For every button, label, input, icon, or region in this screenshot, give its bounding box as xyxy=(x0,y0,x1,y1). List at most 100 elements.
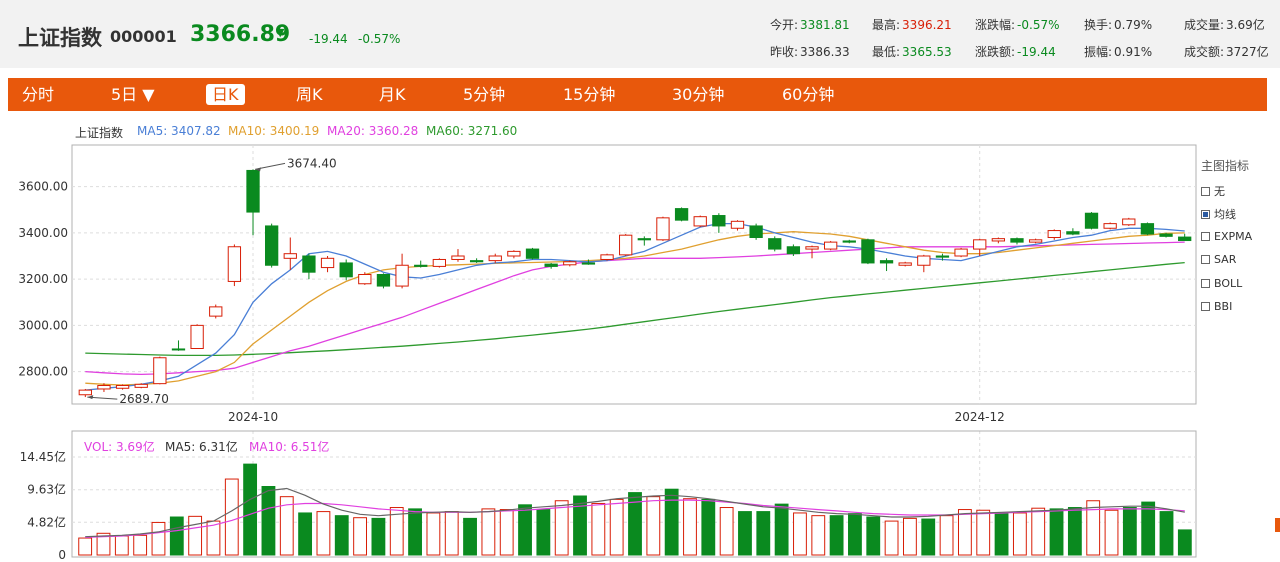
candle-down xyxy=(544,263,558,267)
volume-bar xyxy=(793,512,807,556)
candle-up xyxy=(1103,223,1117,229)
stat-prev-close: 昨收: 3386.33 xyxy=(770,45,850,59)
price-change: -19.44 xyxy=(309,32,348,46)
candle-down xyxy=(246,169,260,213)
ma-lines xyxy=(85,222,1185,391)
volume-frame xyxy=(71,430,1197,558)
indicator-option-boll[interactable]: BOLL xyxy=(1201,277,1242,290)
candle-up xyxy=(395,264,409,287)
candle-down xyxy=(1066,231,1080,235)
volume-bar xyxy=(866,516,881,556)
volume-bar xyxy=(518,504,532,556)
candle-up xyxy=(209,306,223,317)
volume-bar xyxy=(609,498,624,556)
ma5-line xyxy=(85,222,1185,391)
candle-down xyxy=(376,274,391,287)
candle-down xyxy=(935,255,950,258)
stat-chg-amt: 涨跌额: -19.44 xyxy=(975,45,1056,59)
candle-up xyxy=(115,385,130,389)
candle-down xyxy=(525,248,540,259)
volume-bar xyxy=(848,513,862,556)
volume-bar xyxy=(646,496,661,556)
tab-60min[interactable]: 60分钟 xyxy=(782,78,834,111)
volume-bar xyxy=(903,517,917,556)
volume-bar xyxy=(389,507,404,556)
checkbox-icon xyxy=(1201,279,1210,288)
candle-up xyxy=(730,220,745,229)
volume-bar xyxy=(957,509,972,556)
indicator-option-none[interactable]: 无 xyxy=(1201,183,1225,199)
candle-up xyxy=(507,250,521,257)
volume-bar xyxy=(683,498,697,556)
volume-bar xyxy=(1031,507,1046,556)
volume-bar xyxy=(1104,509,1119,556)
indicator-option-expma[interactable]: EXPMA xyxy=(1201,230,1252,243)
tab-30min[interactable]: 30分钟 xyxy=(672,78,724,111)
candle-up xyxy=(563,261,577,266)
tab-weekly-k[interactable]: 周K xyxy=(296,78,323,111)
ma20-line xyxy=(85,241,1185,376)
tab-daily-k[interactable]: 日K xyxy=(206,84,245,105)
volume-tick-label: 9.63亿 xyxy=(27,482,66,497)
index-code: 000001 xyxy=(110,27,177,46)
volume-bar xyxy=(1049,508,1064,556)
volume-tick-label: 14.45亿 xyxy=(20,449,66,464)
checkbox-checked-icon xyxy=(1201,210,1210,219)
volume-bar xyxy=(408,508,422,556)
scroll-handle[interactable] xyxy=(1275,518,1280,532)
tab-monthly-k[interactable]: 月K xyxy=(379,78,406,111)
candle-down xyxy=(265,225,279,266)
candle-up xyxy=(973,239,987,250)
volume-bar xyxy=(811,515,826,556)
tab-5min[interactable]: 5分钟 xyxy=(463,78,505,111)
volume-bar xyxy=(738,511,752,556)
candle-up xyxy=(824,241,838,250)
candle-down xyxy=(1010,238,1024,243)
volume-bar xyxy=(921,518,936,556)
volume-bar xyxy=(664,488,679,556)
checkbox-icon xyxy=(1201,302,1210,311)
price-change-pct: -0.57% xyxy=(358,32,401,46)
stat-open: 今开: 3381.81 xyxy=(770,18,850,32)
volume-axis: 14.45亿 9.63亿 4.82亿 0 xyxy=(20,449,66,562)
checkbox-icon xyxy=(1201,187,1210,196)
vol-legend-vol: VOL: 3.69亿 xyxy=(84,440,155,454)
volume-bar xyxy=(719,507,734,556)
legend-ma10: MA10: 3400.19 xyxy=(228,124,320,138)
candle-down xyxy=(768,238,782,250)
volume-bar xyxy=(1012,512,1027,556)
indicator-option-ma[interactable]: 均线 xyxy=(1201,206,1236,222)
volume-bar xyxy=(243,463,258,556)
candle-up xyxy=(153,357,167,385)
down-arrow-icon: ▼ xyxy=(276,26,285,39)
candle-up xyxy=(1122,218,1136,226)
candle-down xyxy=(674,208,689,221)
candle-up xyxy=(954,248,968,257)
volume-bar xyxy=(316,511,331,556)
volume-bars xyxy=(78,463,1192,556)
vol-legend-ma10: MA10: 6.51亿 xyxy=(249,440,330,454)
volume-bar xyxy=(499,509,514,556)
tab-15min[interactable]: 15分钟 xyxy=(563,78,615,111)
candle-up xyxy=(488,255,502,262)
stat-low: 最低: 3365.53 xyxy=(872,45,952,59)
candle-down xyxy=(879,260,894,264)
checkbox-icon xyxy=(1201,232,1210,241)
candle-up xyxy=(134,383,148,388)
annotation-arrowhead xyxy=(255,167,262,172)
stat-amplitude: 振幅: 0.91% xyxy=(1084,45,1153,59)
candle-up xyxy=(320,257,335,269)
candle-up xyxy=(432,258,446,267)
volume-bar xyxy=(334,515,349,556)
indicator-option-bbi[interactable]: BBI xyxy=(1201,300,1232,313)
volume-bar xyxy=(1159,511,1174,556)
volume-bar xyxy=(261,486,276,556)
indicator-option-sar[interactable]: SAR xyxy=(1201,253,1236,266)
volume-bar xyxy=(224,478,239,556)
volume-bar xyxy=(298,512,313,556)
volume-bar xyxy=(151,521,166,556)
volume-bar xyxy=(994,512,1009,556)
annotation-arrowhead xyxy=(87,395,94,400)
tab-intraday[interactable]: 分时 xyxy=(22,78,54,111)
tab-5day[interactable]: 5日 ▼ xyxy=(111,78,155,111)
